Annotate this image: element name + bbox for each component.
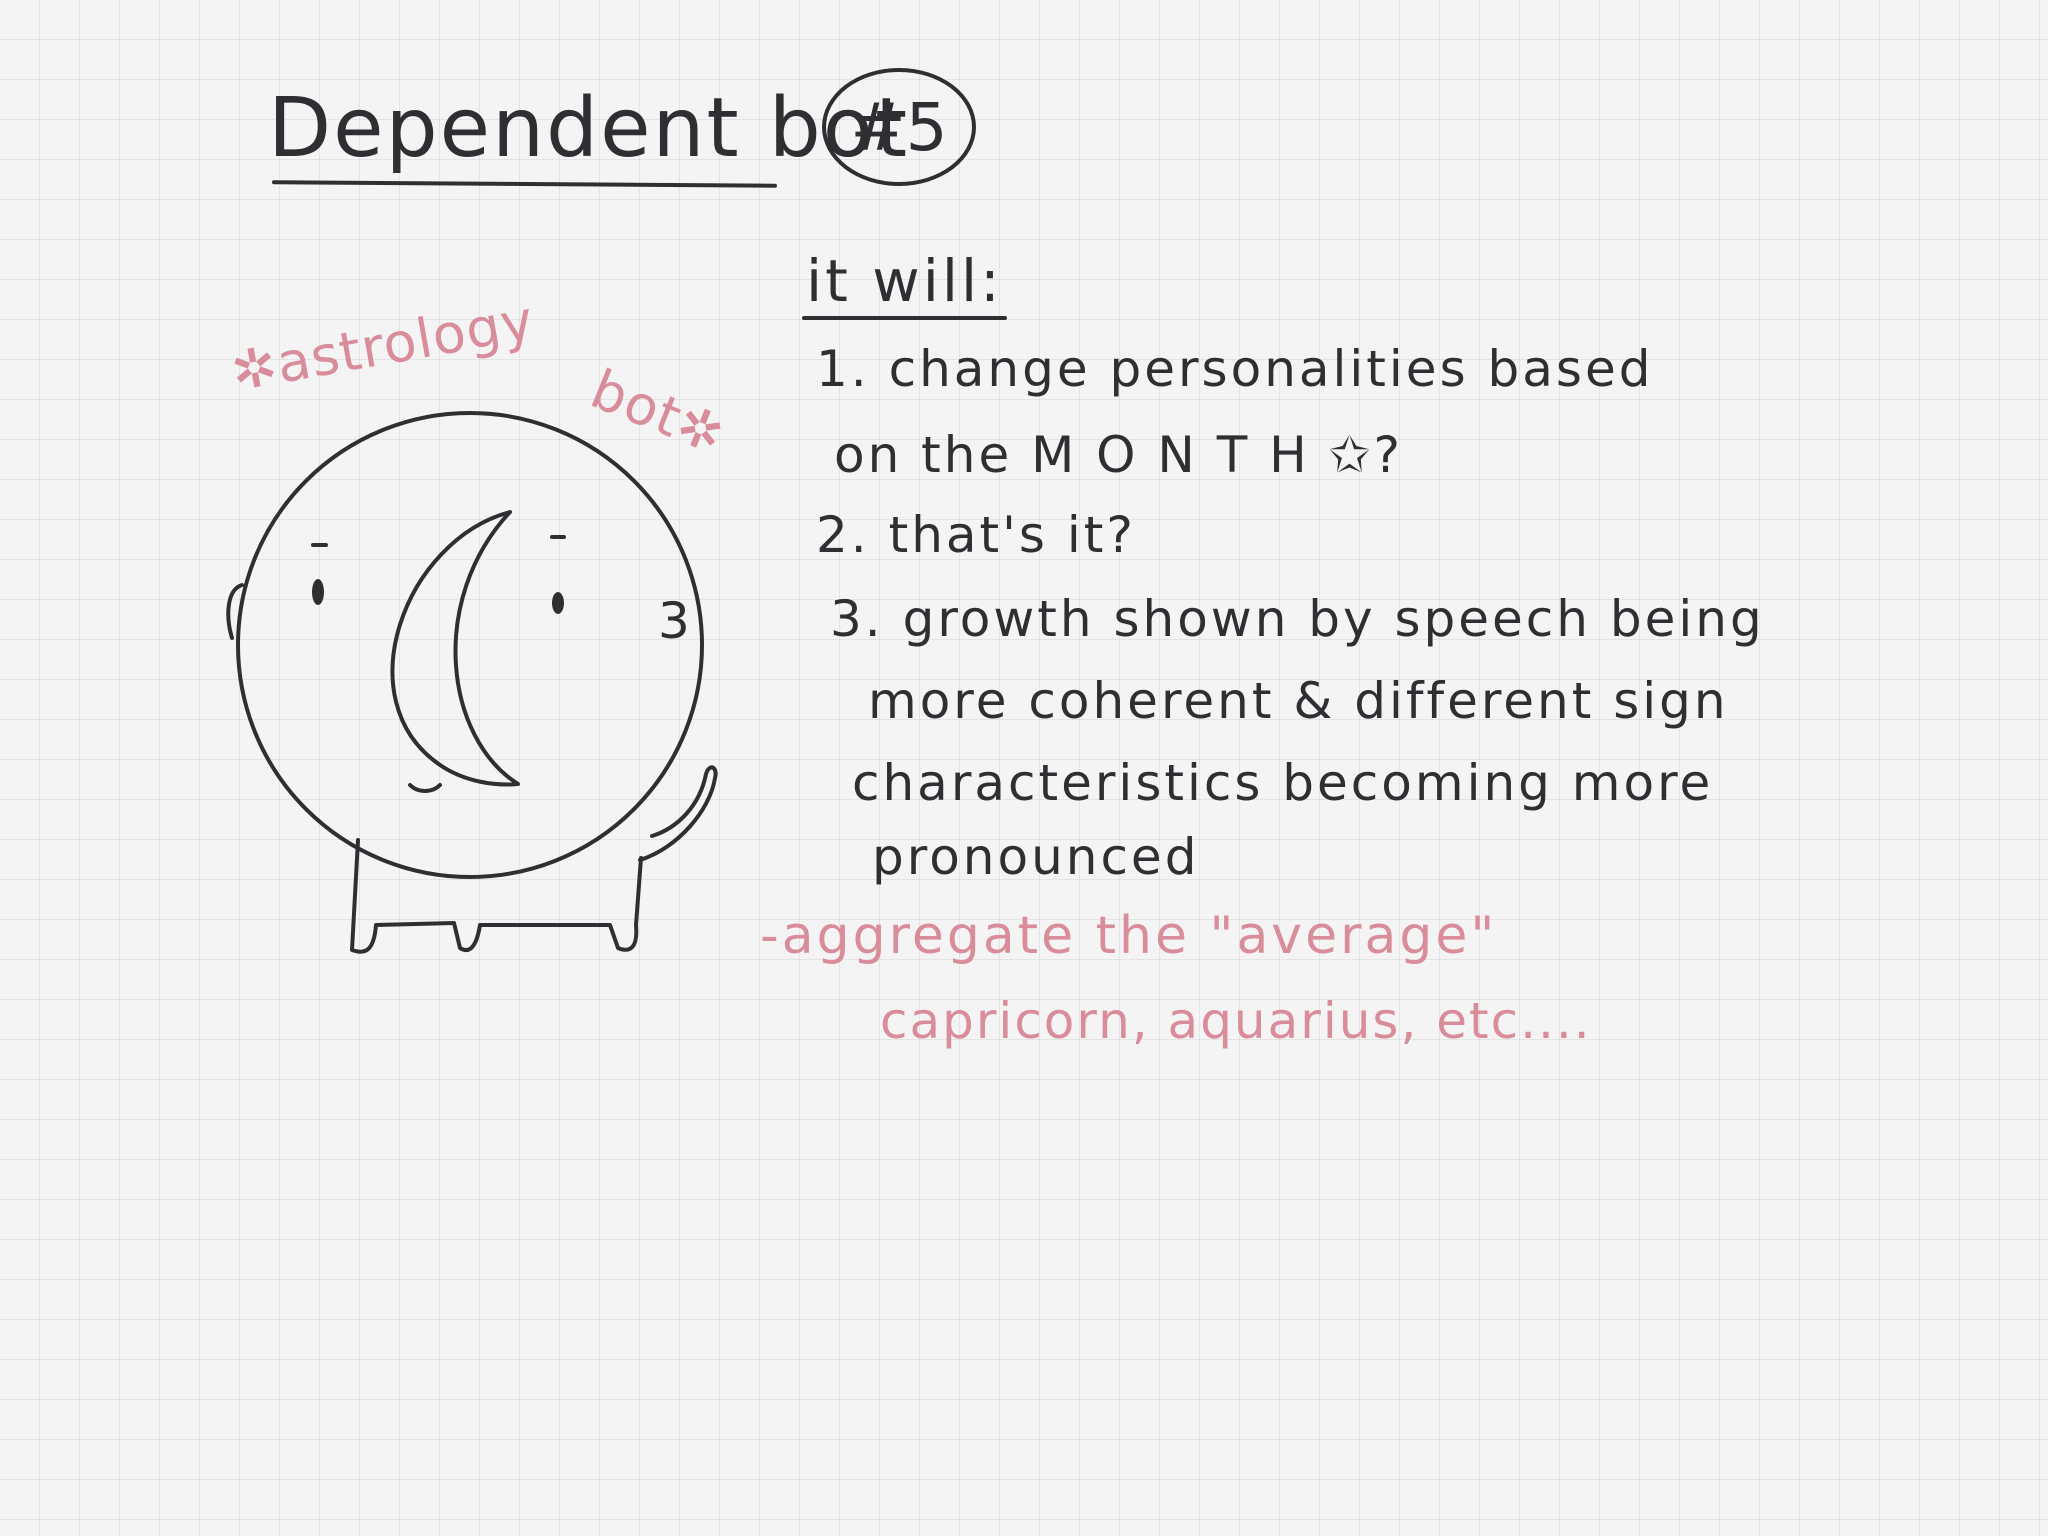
aside-note: -aggregate the "average" bbox=[760, 906, 1498, 966]
robot-tail bbox=[638, 765, 718, 862]
robot-mouth bbox=[408, 783, 442, 793]
aside-note: capricorn, aquarius, etc.... bbox=[880, 992, 1592, 1050]
robot-head bbox=[236, 411, 704, 879]
note-line: 1. change personalities based bbox=[816, 340, 1654, 398]
robot-label: ✲astrology bbox=[226, 288, 539, 404]
note-line: 3. growth shown by speech being bbox=[830, 590, 1765, 648]
moon-robot-drawing: 3 bbox=[226, 411, 718, 954]
note-line: pronounced bbox=[872, 828, 1200, 886]
title: Dependent bot bbox=[268, 81, 910, 176]
robot-crescent-moon bbox=[390, 510, 520, 787]
note-line: more coherent & different sign bbox=[868, 672, 1729, 730]
note-line: on the M O N T H ✩? bbox=[834, 426, 1404, 484]
robot-right-eye bbox=[552, 592, 564, 614]
robot-right-ear-mark: 3 bbox=[658, 592, 690, 650]
robot-body bbox=[350, 838, 643, 954]
robot-left-eye bbox=[312, 579, 324, 605]
title-underline bbox=[271, 180, 778, 188]
note-line: 2. that's it? bbox=[816, 506, 1136, 564]
notes-heading: it will: bbox=[806, 247, 1003, 315]
note-line: characteristics becoming more bbox=[852, 754, 1714, 812]
circled-number-badge: #5 bbox=[822, 68, 976, 186]
notes-heading-underline bbox=[802, 316, 1007, 320]
